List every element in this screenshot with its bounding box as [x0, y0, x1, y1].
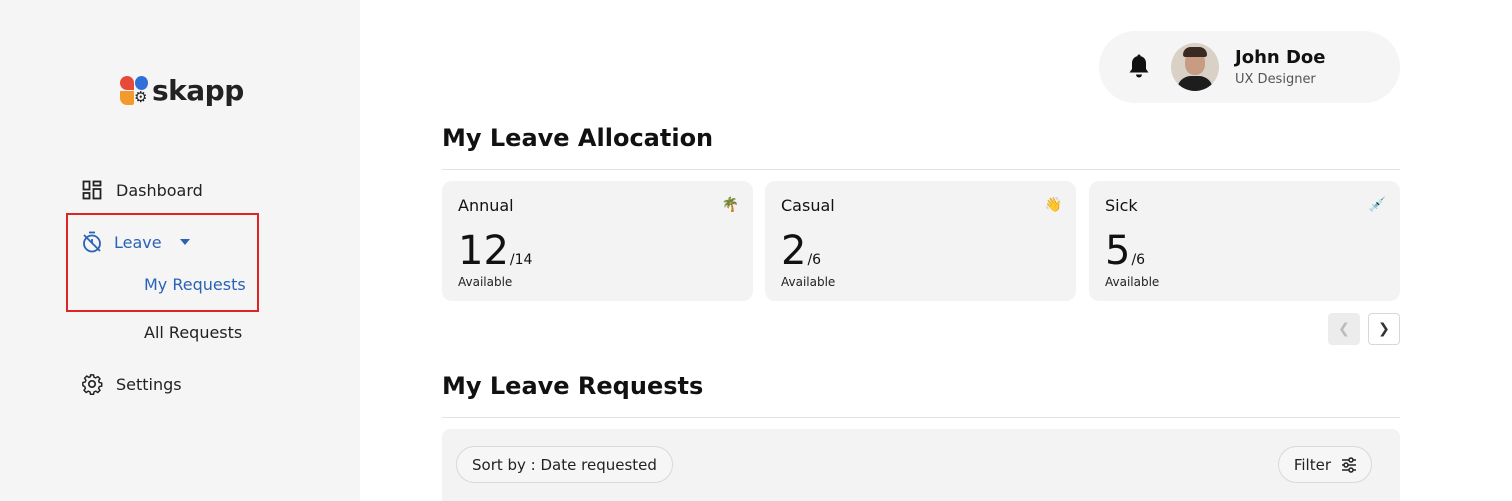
leave-balance: 5 /6 [1105, 227, 1145, 275]
filter-button[interactable]: Filter [1277, 446, 1372, 483]
palm-tree-icon: 🌴 [721, 197, 739, 213]
highlight-box [66, 213, 259, 312]
sidebar-item-label: Dashboard [116, 180, 203, 200]
sort-button[interactable]: Sort by : Date requested [456, 446, 673, 483]
available-label: Available [458, 275, 513, 289]
available-count: 12 [458, 228, 509, 274]
leave-type-label: Annual [458, 196, 514, 215]
requests-toolbar: Sort by : Date requested Filter [442, 429, 1400, 501]
total-count: /6 [1131, 252, 1146, 268]
divider [442, 169, 1400, 170]
sidebar-subitem-all-requests[interactable]: All Requests [144, 323, 242, 342]
dashboard-icon [81, 179, 103, 201]
leave-balance: 12 /14 [458, 227, 532, 275]
gear-icon [81, 373, 103, 395]
leave-card-casual: Casual 👋 2 /6 Available [765, 181, 1076, 301]
avatar[interactable] [1171, 43, 1219, 91]
total-count: /14 [509, 252, 533, 268]
bell-icon[interactable] [1127, 54, 1151, 80]
filter-label: Filter [1293, 455, 1331, 474]
profile-name: John Doe [1235, 47, 1326, 68]
profile-header: John Doe UX Designer [1099, 31, 1400, 103]
chevron-left-icon: ❮ [1338, 321, 1350, 337]
leave-type-label: Casual [781, 196, 835, 215]
app-logo[interactable]: ⚙ skapp [120, 74, 244, 107]
logo-text: skapp [152, 74, 244, 107]
sliders-icon [1342, 456, 1356, 473]
divider [442, 417, 1400, 418]
profile-role: UX Designer [1235, 72, 1316, 87]
available-label: Available [1105, 275, 1160, 289]
available-count: 5 [1105, 228, 1131, 274]
sort-label: Sort by : Date requested [472, 455, 657, 474]
sidebar-item-settings[interactable]: Settings [81, 373, 182, 395]
total-count: /6 [807, 252, 822, 268]
prev-page-button[interactable]: ❮ [1328, 313, 1360, 345]
leave-balance: 2 /6 [781, 227, 821, 275]
sidebar: ⚙ skapp Dashboard Leave My Requests All … [0, 0, 360, 501]
available-label: Available [781, 275, 836, 289]
leave-card-sick: Sick 💉 5 /6 Available [1089, 181, 1400, 301]
leave-card-annual: Annual 🌴 12 /14 Available [442, 181, 753, 301]
leave-type-label: Sick [1105, 196, 1138, 215]
skapp-logo-icon: ⚙ [120, 75, 150, 106]
syringe-icon: 💉 [1368, 197, 1386, 213]
section-title: My Leave Requests [442, 372, 704, 400]
next-page-button[interactable]: ❯ [1368, 313, 1400, 345]
waving-hand-icon: 👋 [1044, 197, 1062, 213]
page-title: My Leave Allocation [442, 124, 714, 152]
sidebar-item-dashboard[interactable]: Dashboard [81, 179, 203, 201]
chevron-right-icon: ❯ [1378, 321, 1390, 337]
sidebar-item-label: Settings [116, 374, 182, 394]
available-count: 2 [781, 228, 807, 274]
